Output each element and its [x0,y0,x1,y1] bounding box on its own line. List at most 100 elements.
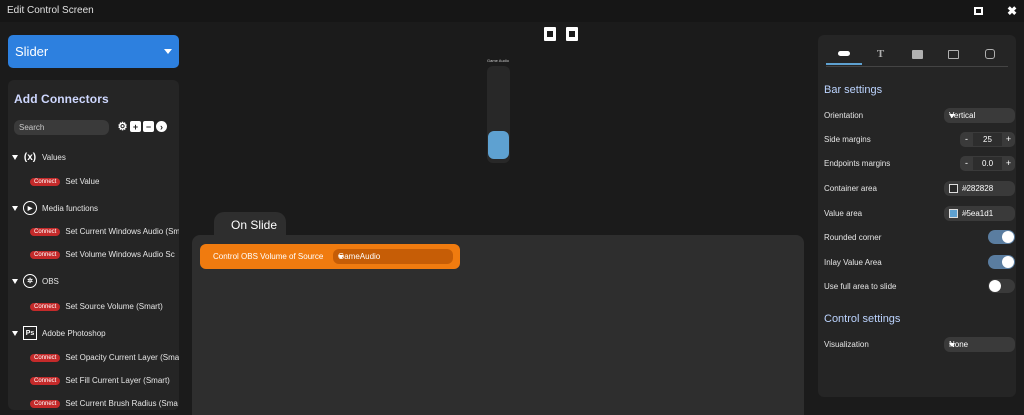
tab-background[interactable] [936,43,972,65]
endpoints-margins-value[interactable]: 0.0 [973,155,1002,171]
value-area-color-picker[interactable]: #5ea1d1 [944,205,1015,221]
toggle-knob [1002,231,1014,243]
control-type-dropdown[interactable]: Slider [8,35,179,68]
decrement-button[interactable]: - [960,131,973,147]
photoshop-icon: Ps [23,326,37,340]
category-values[interactable]: (x) Values [12,150,66,164]
copy-icon[interactable] [544,27,556,41]
connect-badge[interactable]: Connect [30,227,61,236]
orientation-dropdown[interactable]: Vertical [944,107,1015,123]
category-adobe-photoshop[interactable]: Ps Adobe Photoshop [12,326,106,340]
slider-icon [838,50,850,56]
chevron-down-icon [949,342,955,347]
category-label: Adobe Photoshop [42,328,106,338]
increment-button[interactable]: + [1002,131,1015,147]
connector-item[interactable]: Connect Set Opacity Current Layer (Sma [30,353,179,362]
control-settings-heading: Control settings [824,313,901,325]
settings-tabs: T [826,43,1008,67]
connector-item[interactable]: Connect Set Current Windows Audio (Sm [30,227,179,236]
connector-item[interactable]: Connect Set Current Brush Radius (Sma [30,399,178,408]
visualization-label: Visualization [824,339,869,349]
connector-label: Set Volume Windows Audio Sc [65,250,175,259]
preview-toolbar [544,27,578,41]
endpoints-margins-row: Endpoints margins - 0.0 + [824,155,1015,171]
category-label: OBS [42,276,59,286]
source-dropdown[interactable]: GameAudio [333,249,453,264]
bar-settings-heading: Bar settings [824,84,883,96]
rounded-corner-toggle[interactable] [988,230,1015,244]
use-full-area-toggle[interactable] [988,279,1015,293]
chevron-down-icon [962,211,968,216]
toggle-knob [989,280,1001,292]
decrement-button[interactable]: - [960,155,973,171]
category-media-functions[interactable]: ▶ Media functions [12,201,98,215]
category-label: Values [42,152,66,162]
chevron-down-icon [949,113,955,118]
arrow-right-icon[interactable]: › [156,121,167,132]
paste-icon[interactable] [566,27,578,41]
gear-icon[interactable]: ⚙ [117,121,128,133]
category-label: Media functions [42,203,99,213]
connector-toolbar: ⚙ + − › [117,121,167,133]
tab-border[interactable] [972,43,1008,65]
inlay-value-area-toggle[interactable] [988,255,1015,269]
toggle-knob [1002,256,1014,268]
connector-label: Set Current Brush Radius (Sma [65,399,178,408]
connect-badge[interactable]: Connect [30,353,61,362]
use-full-area-row: Use full area to slide [824,278,1015,294]
tab-image[interactable] [899,43,935,65]
tab-text[interactable]: T [863,43,899,65]
endpoints-margins-label: Endpoints margins [824,158,891,168]
maximize-icon [973,7,983,15]
rounded-corner-label: Rounded corner [824,232,882,242]
value-area-label: Value area [824,208,863,218]
orientation-row: Orientation Vertical [824,107,1015,123]
expand-triangle-icon [12,205,18,211]
connect-badge[interactable]: Connect [30,250,61,259]
increment-button[interactable]: + [1002,155,1015,171]
collapse-all-icon[interactable]: − [143,121,154,132]
container-area-color-picker[interactable]: #282828 [944,180,1015,196]
background-image-icon [948,49,959,59]
connector-item[interactable]: Connect Set Value [30,177,99,186]
rounded-corner-row: Rounded corner [824,229,1015,245]
expand-all-icon[interactable]: + [130,121,141,132]
side-margins-row: Side margins - 25 + [824,131,1015,147]
orientation-label: Orientation [824,110,864,120]
tab-bar-settings[interactable] [826,43,862,65]
window-title: Edit Control Screen [7,5,94,16]
visualization-row: Visualization None [824,336,1015,352]
action-label: Control OBS Volume of Source [213,252,324,261]
use-full-area-label: Use full area to slide [824,281,897,291]
connector-item[interactable]: Connect Set Volume Windows Audio Sc [30,250,175,259]
expand-triangle-icon [12,330,18,336]
connector-label: Set Opacity Current Layer (Sma [65,353,179,362]
chevron-down-icon [164,49,172,54]
close-button[interactable]: ✖ [1005,4,1019,18]
color-swatch [949,208,958,218]
side-margins-stepper: - 25 + [960,131,1015,147]
category-obs[interactable]: ✲ OBS [12,274,59,288]
source-value: GameAudio [338,252,381,261]
maximize-button[interactable] [971,4,985,18]
visualization-dropdown[interactable]: None [944,336,1015,352]
connector-item[interactable]: Connect Set Fill Current Layer (Smart) [30,376,170,385]
image-icon [911,49,923,59]
connectors-heading: Add Connectors [14,92,109,106]
container-area-row: Container area #282828 [824,180,1015,196]
connector-search-input[interactable] [14,120,109,135]
tab-on-slide[interactable]: On Slide [214,212,286,238]
connect-badge[interactable]: Connect [30,302,61,311]
container-area-label: Container area [824,183,877,193]
connector-item[interactable]: Connect Set Source Volume (Smart) [30,302,163,311]
side-margins-label: Side margins [824,134,871,144]
preview-label: Game Audio [487,58,510,63]
action-obs-volume[interactable]: Control OBS Volume of Source GameAudio [200,244,460,269]
tab-label: On Slide [231,218,278,232]
connect-badge[interactable]: Connect [30,399,61,408]
connect-badge[interactable]: Connect [30,177,61,186]
side-margins-value[interactable]: 25 [973,131,1002,147]
connect-badge[interactable]: Connect [30,376,61,385]
color-swatch [949,183,958,193]
control-type-value: Slider [15,44,49,59]
